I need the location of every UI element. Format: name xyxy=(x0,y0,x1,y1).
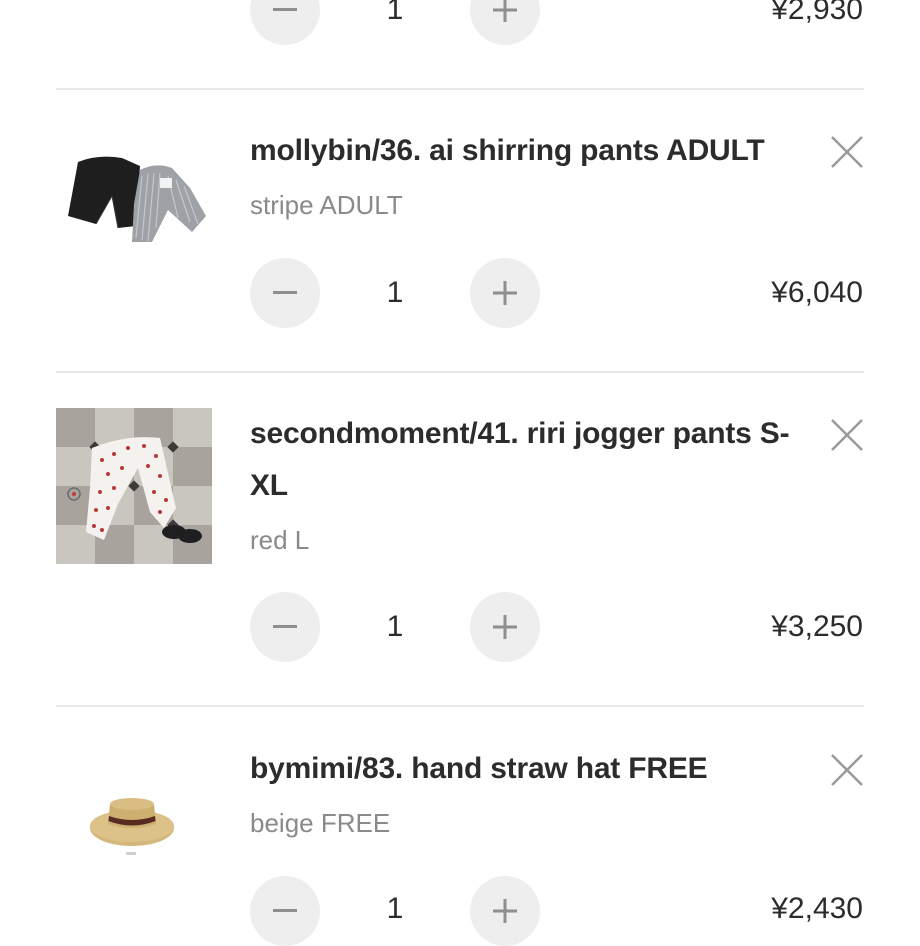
remove-button[interactable] xyxy=(828,751,866,789)
minus-icon xyxy=(273,8,297,11)
quantity-value: 1 xyxy=(386,276,404,309)
product-variant: red L xyxy=(250,525,310,555)
minus-icon xyxy=(273,909,297,912)
remove-button[interactable] xyxy=(828,416,866,454)
product-title[interactable]: bymimi/83. hand straw hat FREE xyxy=(250,743,795,795)
decrement-button[interactable] xyxy=(250,0,320,45)
plus-icon xyxy=(493,615,517,639)
plus-icon xyxy=(493,899,517,923)
product-title[interactable]: secondmoment/41. riri jogger pants S-XL xyxy=(250,408,795,512)
minus-icon xyxy=(273,625,297,628)
plus-icon xyxy=(493,0,517,22)
decrement-button[interactable] xyxy=(250,592,320,662)
divider xyxy=(56,371,864,373)
divider xyxy=(56,705,864,707)
quantity-value: 1 xyxy=(386,0,404,26)
jogger-pants-image xyxy=(56,408,212,564)
straw-hat-image xyxy=(56,740,212,896)
product-title[interactable]: mollybin/36. ai shirring pants ADULT xyxy=(250,125,795,177)
plus-icon xyxy=(493,281,517,305)
decrement-button[interactable] xyxy=(250,876,320,946)
item-price: ¥3,250 xyxy=(771,610,863,643)
minus-icon xyxy=(273,291,297,294)
increment-button[interactable] xyxy=(470,592,540,662)
quantity-value: 1 xyxy=(386,610,404,643)
product-thumbnail[interactable] xyxy=(56,740,212,896)
close-icon xyxy=(831,419,863,451)
divider xyxy=(56,88,864,90)
product-thumbnail[interactable] xyxy=(56,118,212,274)
increment-button[interactable] xyxy=(470,0,540,45)
increment-button[interactable] xyxy=(470,876,540,946)
product-thumbnail[interactable] xyxy=(56,408,212,564)
product-variant: stripe ADULT xyxy=(250,190,403,220)
pants-image xyxy=(56,118,212,274)
decrement-button[interactable] xyxy=(250,258,320,328)
remove-button[interactable] xyxy=(828,133,866,171)
close-icon xyxy=(831,754,863,786)
item-price: ¥2,930 xyxy=(771,0,863,26)
item-price: ¥6,040 xyxy=(771,276,863,309)
product-variant: beige FREE xyxy=(250,808,391,838)
quantity-value: 1 xyxy=(386,892,404,925)
close-icon xyxy=(831,136,863,168)
increment-button[interactable] xyxy=(470,258,540,328)
item-price: ¥2,430 xyxy=(771,892,863,925)
